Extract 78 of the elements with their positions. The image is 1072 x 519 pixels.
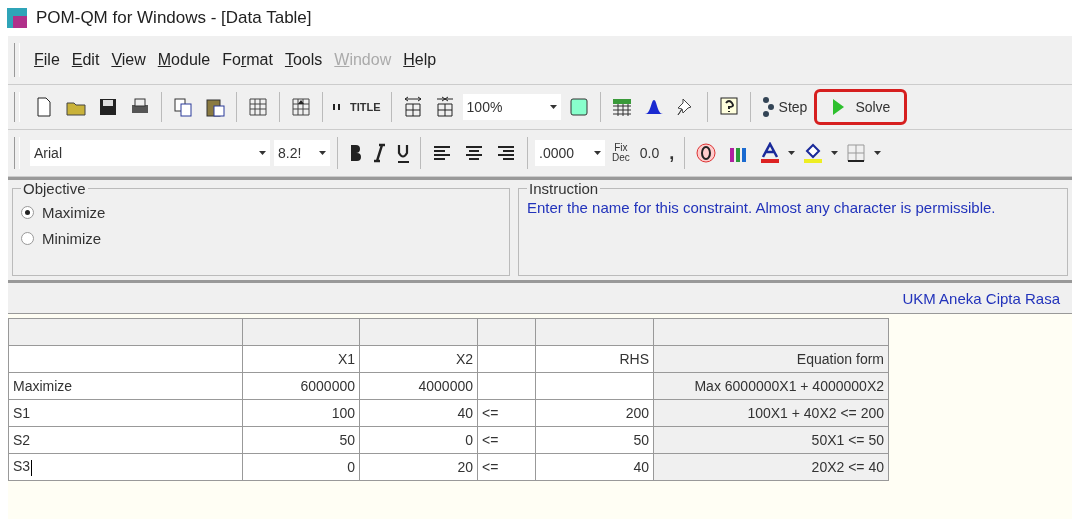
group-label: Objective bbox=[22, 180, 87, 197]
objective-option[interactable]: Maximize bbox=[21, 199, 501, 225]
menu-item[interactable]: Help bbox=[399, 51, 441, 69]
table-cell[interactable]: 0 bbox=[359, 426, 478, 454]
grid-icon bbox=[290, 96, 312, 118]
paste-icon bbox=[204, 96, 226, 118]
table-cell[interactable]: 50X1 <= 50 bbox=[653, 426, 889, 454]
group-label: Instruction bbox=[528, 180, 600, 197]
table-cell[interactable]: 4000000 bbox=[359, 372, 478, 400]
table-cell[interactable]: 200 bbox=[535, 399, 654, 427]
menu-item[interactable]: Tools bbox=[280, 51, 327, 69]
quote-button[interactable] bbox=[330, 102, 343, 112]
play-icon bbox=[831, 96, 846, 118]
font-dropdown[interactable]: Arial bbox=[30, 140, 270, 166]
help-icon bbox=[717, 96, 740, 118]
menu-item[interactable]: Format bbox=[218, 51, 277, 69]
table-header-cell bbox=[477, 318, 536, 346]
bold-icon bbox=[348, 142, 362, 164]
menu-item[interactable]: File bbox=[30, 51, 64, 69]
table-cell[interactable]: S2 bbox=[8, 426, 243, 454]
fill-color-icon bbox=[802, 142, 825, 164]
table-cell[interactable]: Max 6000000X1 + 4000000X2 bbox=[653, 372, 889, 400]
grid-icon bbox=[247, 96, 269, 118]
step-button[interactable]: Step bbox=[757, 94, 811, 120]
column-header: X1 bbox=[242, 345, 360, 373]
italic-icon bbox=[372, 142, 386, 164]
table-cell[interactable]: 50 bbox=[535, 426, 654, 454]
table-cell[interactable]: 40 bbox=[535, 453, 654, 481]
app-logo-icon bbox=[6, 7, 28, 29]
radio-button[interactable] bbox=[21, 231, 34, 245]
borders-icon bbox=[845, 142, 868, 164]
column-header: X2 bbox=[359, 345, 478, 373]
table-cell[interactable]: Maximize bbox=[8, 372, 243, 400]
decimal-format-button[interactable]: 0.0 bbox=[636, 143, 663, 163]
zoom-dropdown[interactable]: 100% bbox=[462, 94, 561, 120]
copy-icon bbox=[172, 96, 194, 118]
decimals-dropdown[interactable]: .0000 bbox=[535, 140, 605, 166]
column-header: RHS bbox=[535, 345, 654, 373]
fix-decimals-button[interactable]: Fix Dec bbox=[609, 141, 633, 165]
table-cell[interactable]: 40 bbox=[359, 399, 478, 427]
menu-item[interactable]: View bbox=[107, 51, 150, 69]
dropdown-arrow-icon bbox=[594, 151, 601, 155]
dropdown-arrow-icon[interactable] bbox=[788, 151, 796, 155]
comma-format-button[interactable]: , bbox=[666, 140, 678, 166]
table-cell[interactable]: 100 bbox=[242, 399, 360, 427]
menu-item[interactable]: Module bbox=[153, 51, 215, 69]
menu-item[interactable]: Edit bbox=[67, 51, 104, 69]
objective-option[interactable]: Minimize bbox=[21, 225, 501, 251]
table-cell[interactable]: 6000000 bbox=[242, 372, 360, 400]
dropdown-arrow-icon bbox=[259, 151, 266, 155]
table-cell[interactable]: 0 bbox=[242, 453, 360, 481]
chart-table-icon bbox=[610, 96, 633, 118]
table-cell[interactable]: 100X1 + 40X2 <= 200 bbox=[653, 399, 889, 427]
dropdown-arrow-icon bbox=[319, 151, 326, 155]
problem-title: UKM Aneka Cipta Rasa bbox=[902, 289, 1060, 307]
dropdown-arrow-icon[interactable] bbox=[831, 151, 839, 155]
footsteps-icon bbox=[760, 96, 775, 118]
font-size-dropdown[interactable]: 8.2! bbox=[274, 140, 330, 166]
radio-button[interactable] bbox=[21, 205, 34, 219]
font-color-icon bbox=[759, 142, 782, 164]
instruction-text: Enter the name for this constraint. Almost any character is permissible. bbox=[527, 199, 996, 216]
title-button[interactable]: TITLE bbox=[347, 100, 384, 114]
table-cell[interactable]: 20X2 <= 40 bbox=[653, 453, 889, 481]
underline-icon bbox=[396, 142, 410, 164]
zero-icon bbox=[695, 142, 718, 164]
table-cell[interactable]: 20 bbox=[359, 453, 478, 481]
dropdown-arrow-icon[interactable] bbox=[874, 151, 882, 155]
save-icon bbox=[97, 96, 119, 118]
table-cell[interactable] bbox=[535, 372, 654, 400]
quote-icon bbox=[333, 104, 340, 110]
dropdown-arrow-icon bbox=[549, 105, 557, 109]
table-cell[interactable]: 50 bbox=[242, 426, 360, 454]
table-cell[interactable]: S1 bbox=[8, 399, 243, 427]
solve-button[interactable]: Solve bbox=[814, 89, 908, 125]
window-title: POM-QM for Windows - [Data Table] bbox=[36, 8, 312, 28]
window-icon bbox=[567, 96, 590, 118]
column-header: Equation form bbox=[653, 345, 889, 373]
table-cell[interactable]: S3 bbox=[8, 453, 243, 481]
